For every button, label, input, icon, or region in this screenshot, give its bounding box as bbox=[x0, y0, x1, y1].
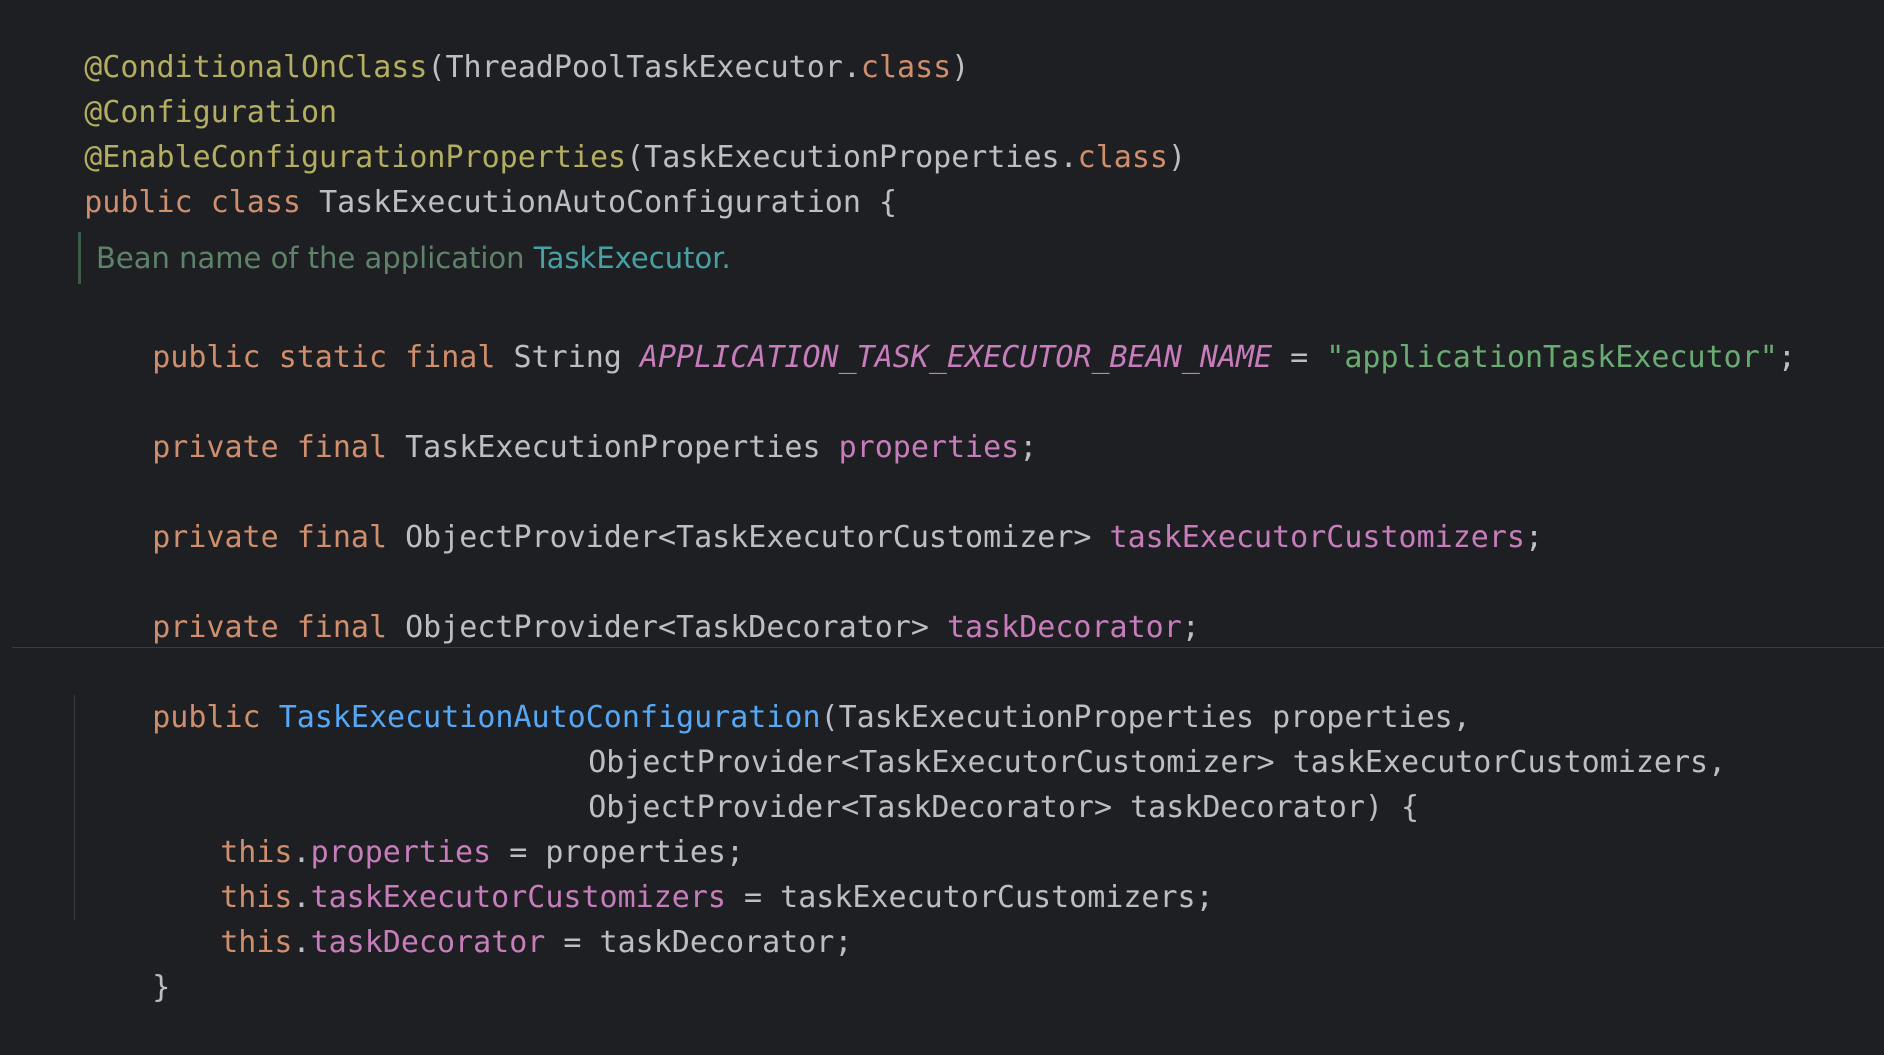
keyword-token: class bbox=[1077, 140, 1168, 175]
keyword-token: private bbox=[152, 430, 279, 465]
annotation-argument: (ThreadPoolTaskExecutor. bbox=[427, 50, 861, 85]
keyword-token: public bbox=[152, 700, 261, 735]
field-token: taskDecorator bbox=[946, 610, 1182, 645]
class-name: TaskExecutionAutoConfiguration { bbox=[319, 185, 898, 220]
keyword-token: class bbox=[860, 50, 952, 85]
javadoc-body: Bean name of the application bbox=[96, 241, 534, 275]
operator-token: = bbox=[1272, 340, 1327, 375]
keyword-token: this bbox=[220, 925, 293, 960]
code-line-12: this.properties = properties; bbox=[148, 785, 744, 870]
semicolon-token: ; bbox=[1777, 340, 1796, 375]
code-line-13: this.taskExecutorCustomizers = taskExecu… bbox=[148, 830, 1213, 915]
dot-token: . bbox=[292, 925, 311, 960]
keyword-token: public bbox=[84, 185, 193, 220]
semicolon-token: ; bbox=[1019, 430, 1038, 465]
keyword-token: final bbox=[296, 520, 388, 555]
type-token: TaskExecutionProperties bbox=[405, 430, 821, 465]
code-line-11: ObjectProvider<TaskDecorator> taskDecora… bbox=[516, 740, 1419, 825]
keyword-token: private bbox=[152, 520, 279, 555]
javadoc-link[interactable]: TaskExecutor bbox=[534, 241, 722, 275]
code-line-15: } bbox=[80, 920, 170, 1005]
paren-token: ) bbox=[1167, 140, 1187, 175]
code-line-2: @Configuration bbox=[12, 45, 337, 130]
code-line-4: public class TaskExecutionAutoConfigurat… bbox=[12, 135, 897, 220]
javadoc-text: Bean name of the application TaskExecuto… bbox=[96, 232, 731, 284]
keyword-token: class bbox=[210, 185, 301, 220]
method-separator bbox=[12, 647, 1884, 648]
keyword-token: private bbox=[152, 610, 279, 645]
type-token: ObjectProvider<TaskDecorator> bbox=[405, 610, 929, 645]
semicolon-token: ; bbox=[1181, 610, 1200, 645]
code-line-9: public TaskExecutionAutoConfiguration(Ta… bbox=[80, 650, 1471, 735]
paren-token: ) bbox=[951, 50, 970, 85]
javadoc-block: Bean name of the application TaskExecuto… bbox=[78, 232, 1278, 284]
keyword-token: static bbox=[278, 340, 388, 375]
field-token: properties bbox=[838, 430, 1020, 465]
string-literal: "applicationTaskExecutor" bbox=[1326, 340, 1778, 375]
keyword-token: final bbox=[296, 610, 388, 645]
constant-token: APPLICATION_TASK_EXECUTOR_BEAN_NAME bbox=[639, 340, 1273, 375]
type-token: ObjectProvider<TaskExecutorCustomizer> bbox=[405, 520, 1092, 555]
closing-brace: } bbox=[152, 970, 171, 1005]
field-token: taskDecorator bbox=[310, 925, 546, 960]
keyword-token: final bbox=[296, 430, 388, 465]
javadoc-bar bbox=[78, 232, 81, 284]
code-line-7: private final ObjectProvider<TaskExecuto… bbox=[80, 470, 1543, 555]
code-line-1: @ConditionalOnClass(ThreadPoolTaskExecut… bbox=[12, 0, 969, 85]
code-line-8: private final ObjectProvider<TaskDecorat… bbox=[80, 560, 1200, 645]
assignment-token: = taskDecorator; bbox=[545, 925, 853, 960]
indent-guide bbox=[74, 695, 75, 920]
code-line-5: public static final String APPLICATION_T… bbox=[80, 290, 1796, 375]
code-line-3: @EnableConfigurationProperties(TaskExecu… bbox=[12, 90, 1186, 175]
code-line-6: private final TaskExecutionProperties pr… bbox=[80, 380, 1037, 465]
javadoc-period: . bbox=[721, 241, 731, 275]
type-token: String bbox=[513, 340, 622, 375]
semicolon-token: ; bbox=[1524, 520, 1544, 555]
keyword-token: final bbox=[405, 340, 496, 375]
code-editor[interactable]: @ConditionalOnClass(ThreadPoolTaskExecut… bbox=[0, 0, 1884, 1005]
field-token: taskExecutorCustomizers bbox=[1109, 520, 1525, 555]
keyword-token: public bbox=[152, 340, 261, 375]
code-line-14: this.taskDecorator = taskDecorator; bbox=[148, 875, 852, 960]
code-line-10: ObjectProvider<TaskExecutorCustomizer> t… bbox=[516, 695, 1726, 780]
